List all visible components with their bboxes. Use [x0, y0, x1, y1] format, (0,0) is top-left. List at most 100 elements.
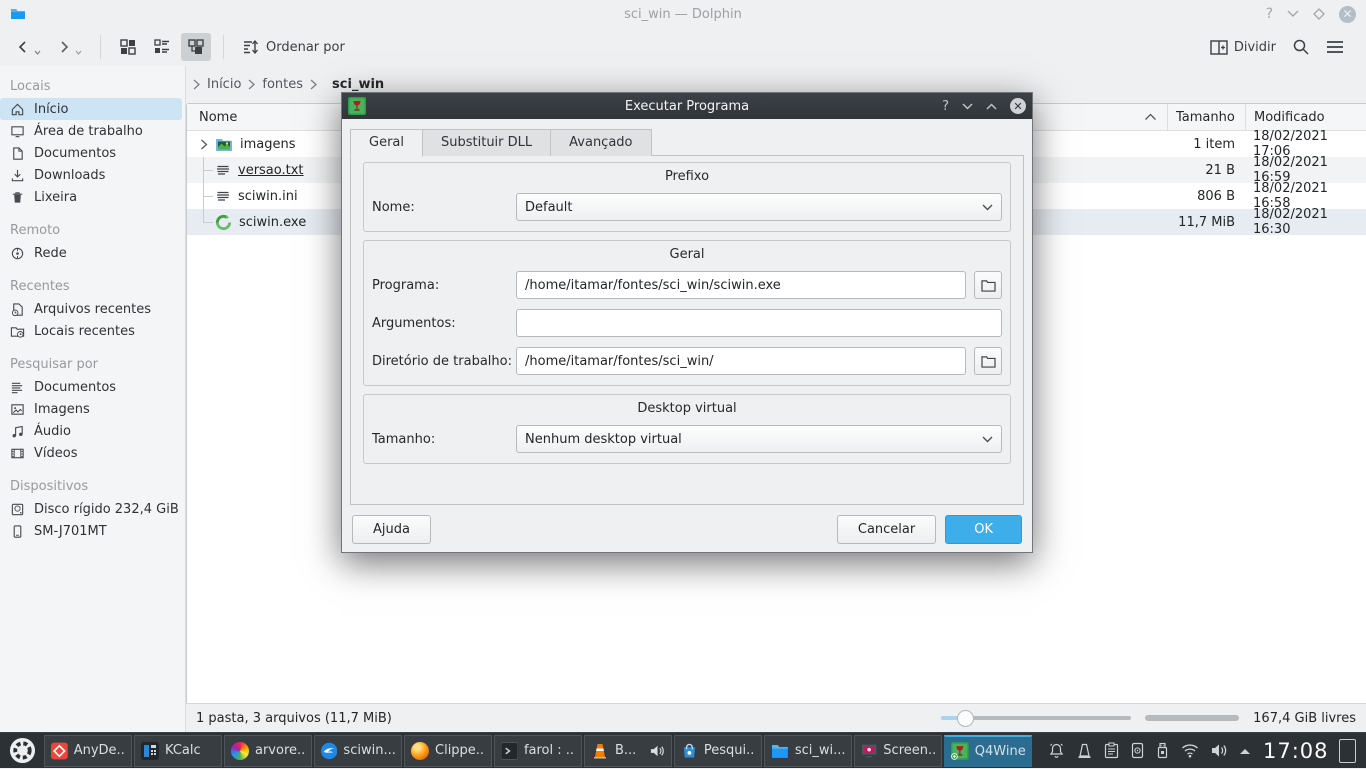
window-maximize-icon[interactable] [1313, 8, 1325, 20]
image-editor-icon [231, 742, 249, 760]
sidebar-item-label: Imagens [34, 402, 90, 417]
clock[interactable]: 17:08 [1263, 739, 1329, 763]
cancel-button[interactable]: Cancelar [837, 515, 936, 544]
chevron-right-icon [192, 79, 201, 90]
task-pesqui-discover[interactable]: Pesqui... [674, 735, 762, 767]
back-button[interactable] [10, 35, 47, 60]
tree-connector [193, 157, 215, 183]
task-vlc[interactable]: B... [584, 735, 672, 767]
sidebar-item-inicio[interactable]: Início [0, 98, 182, 120]
workdir-input[interactable] [516, 347, 966, 375]
tab-content: Prefixo Nome: Default Geral Programa: [350, 155, 1024, 505]
sidebar-item-arquivos-recentes[interactable]: Arquivos recentes [0, 298, 182, 320]
sidebar-item-area-de-trabalho[interactable]: Área de trabalho [0, 120, 182, 142]
sidebar-item-disco-rigido[interactable]: Disco rígido 232,4 GiB [0, 498, 182, 520]
tree-view-icon [187, 38, 205, 56]
tree-view-button[interactable] [181, 33, 211, 61]
anydesk-icon [51, 742, 68, 760]
task-kcalc[interactable]: KCalc [134, 735, 222, 767]
expand-tray-icon[interactable] [1239, 747, 1251, 755]
prefix-groupbox: Prefixo Nome: Default [363, 162, 1011, 232]
workdir-browse-button[interactable] [974, 347, 1002, 375]
tab-avancado[interactable]: Avançado [551, 129, 651, 156]
dialog-close-icon[interactable]: ✕ [1010, 98, 1026, 114]
window-minimize-icon[interactable] [1287, 10, 1299, 18]
sidebar-item-locais-recentes[interactable]: Locais recentes [0, 320, 182, 342]
hamburger-icon [1326, 40, 1344, 54]
task-q4wine[interactable]: Q4Wine [944, 735, 1032, 767]
sidebar-item-rede[interactable]: Rede [0, 242, 182, 264]
dialog-help-button[interactable]: ? [942, 100, 949, 113]
program-browse-button[interactable] [974, 271, 1002, 299]
program-label: Programa: [372, 278, 516, 293]
section-title-recentes: Recentes [0, 276, 185, 298]
window-help-button[interactable]: ? [1266, 7, 1273, 21]
sidebar-item-downloads[interactable]: Downloads [0, 164, 182, 186]
usb-device-icon[interactable] [1156, 742, 1169, 759]
search-button[interactable] [1286, 33, 1316, 61]
task-anydesk[interactable]: AnyDe... [44, 735, 132, 767]
forward-dropdown-icon [75, 50, 82, 55]
application-launcher-button[interactable] [0, 733, 44, 769]
sidebar-item-label: Arquivos recentes [34, 302, 151, 317]
videos-icon [10, 446, 25, 461]
split-view-button[interactable]: Dividir [1204, 35, 1282, 60]
window-close-icon[interactable]: ✕ [1339, 6, 1356, 23]
sidebar-item-pesquisa-imagens[interactable]: Imagens [0, 398, 182, 420]
general-groupbox: Geral Programa: Argumentos: [363, 240, 1011, 386]
task-label: farol : ... [524, 743, 575, 758]
sidebar-item-documentos[interactable]: Documentos [0, 142, 182, 164]
show-desktop-button[interactable] [1339, 739, 1356, 763]
arguments-input[interactable] [516, 309, 1002, 337]
zoom-slider-handle[interactable] [957, 710, 974, 727]
kde-connect-phone-icon[interactable] [1131, 742, 1144, 759]
konsole-icon [501, 742, 518, 760]
column-header-nome[interactable]: Nome [199, 110, 237, 125]
sort-by-button[interactable]: Ordenar por [236, 34, 351, 60]
expand-arrow-icon[interactable] [193, 139, 215, 150]
column-header-tamanho[interactable]: Tamanho [1167, 104, 1245, 130]
breadcrumb-home[interactable]: Início [203, 75, 245, 94]
forward-button[interactable] [51, 35, 88, 60]
vlc-tray-icon[interactable] [1077, 743, 1092, 759]
sidebar-item-lixeira[interactable]: Lixeira [0, 186, 182, 208]
sidebar-item-label: Downloads [34, 168, 105, 183]
wifi-icon[interactable] [1181, 743, 1199, 758]
zoom-slider[interactable] [941, 709, 1131, 727]
task-sci-win-dolphin[interactable]: sci_wi... [764, 735, 852, 767]
dialog-maximize-icon[interactable] [986, 103, 997, 110]
tab-geral[interactable]: Geral [350, 129, 423, 157]
task-label: arvore... [255, 743, 305, 758]
help-button[interactable]: Ajuda [352, 515, 431, 544]
sidebar-item-label: Documentos [34, 380, 116, 395]
task-farol-konsole[interactable]: farol : ... [494, 735, 582, 767]
ok-button[interactable]: OK [945, 515, 1022, 544]
icons-view-button[interactable] [113, 33, 143, 61]
prefix-name-combobox[interactable]: Default [516, 193, 1002, 221]
notifications-bell-icon[interactable] [1048, 742, 1065, 759]
prefix-name-value: Default [525, 200, 982, 215]
sidebar-item-pesquisa-documentos[interactable]: Documentos [0, 376, 182, 398]
desktop-size-combobox[interactable]: Nenhum desktop virtual [516, 425, 1002, 453]
breadcrumb-fontes[interactable]: fontes [258, 75, 307, 94]
volume-icon[interactable] [1211, 743, 1227, 758]
task-sciwin[interactable]: sciwin.... [314, 735, 402, 767]
sort-by-label: Ordenar por [266, 40, 345, 55]
task-clippe-firefox[interactable]: Clippe... [404, 735, 492, 767]
folder-images-icon [215, 137, 233, 152]
task-arvore[interactable]: arvore... [224, 735, 312, 767]
menu-button[interactable] [1320, 35, 1350, 59]
program-input[interactable] [516, 271, 966, 299]
details-view-button[interactable] [147, 33, 177, 61]
sidebar-item-pesquisa-audio[interactable]: Áudio [0, 420, 182, 442]
column-header-modificado[interactable]: Modificado [1245, 104, 1366, 130]
clipboard-icon[interactable] [1104, 742, 1119, 759]
section-title-remoto: Remoto [0, 220, 185, 242]
sidebar-item-label: Área de trabalho [34, 124, 143, 139]
task-screen-spectacle[interactable]: Screen... [854, 735, 942, 767]
sidebar-item-sm-j701mt[interactable]: SM-J701MT [0, 520, 182, 542]
tab-substituir-dll[interactable]: Substituir DLL [423, 129, 551, 156]
dialog-minimize-icon[interactable] [962, 103, 973, 110]
sidebar-item-label: Disco rígido 232,4 GiB [34, 502, 179, 517]
sidebar-item-pesquisa-videos[interactable]: Vídeos [0, 442, 182, 464]
